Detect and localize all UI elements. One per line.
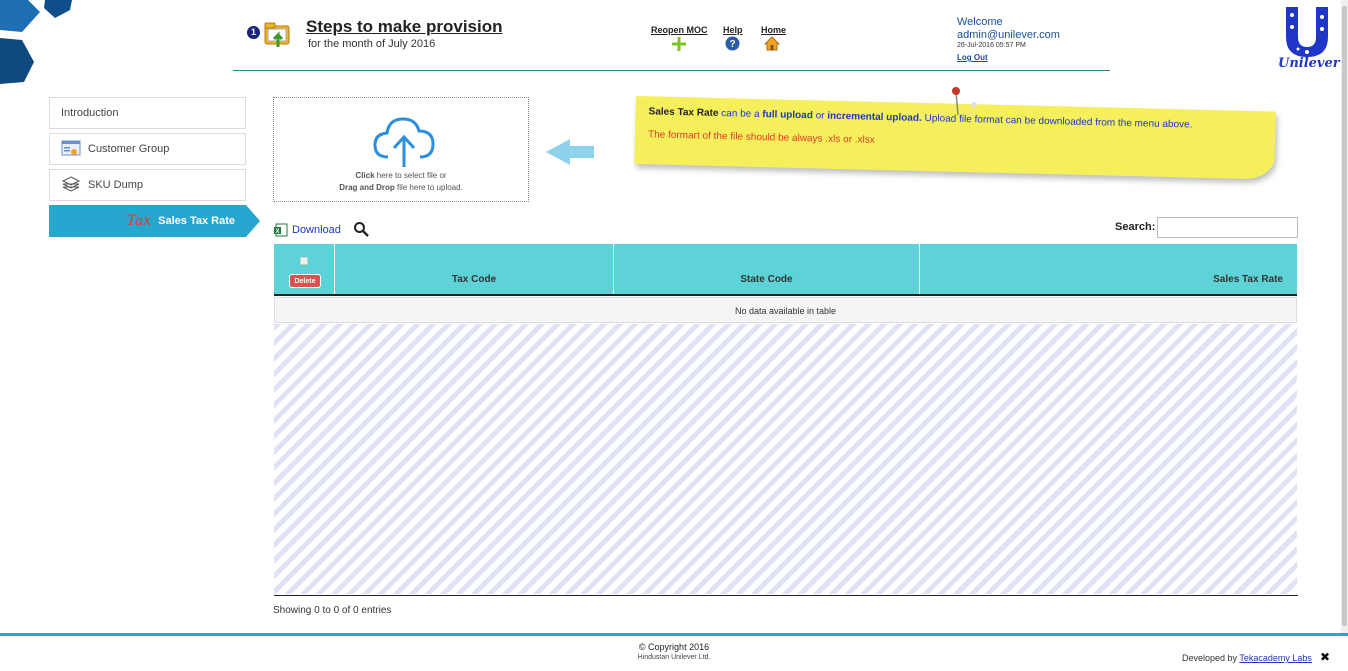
close-icon[interactable]: ✖ <box>1320 650 1330 664</box>
sidebar-item-sku-dump[interactable]: SKU Dump <box>49 169 246 201</box>
page-subtitle: for the month of July 2016 <box>308 38 436 50</box>
customer-group-icon <box>61 140 81 156</box>
sidebar-item-label: Introduction <box>61 107 119 119</box>
svg-text:X: X <box>275 229 279 235</box>
column-header-label: Sales Tax Rate <box>1213 274 1283 285</box>
column-header-state-code[interactable]: State Code <box>614 244 920 294</box>
home-link[interactable]: Home <box>761 25 786 35</box>
scrollbar-thumb[interactable] <box>1342 6 1347 626</box>
sku-dump-icon <box>61 176 81 192</box>
logout-link[interactable]: Log Out <box>957 53 988 62</box>
note-full-upload: full upload <box>762 109 814 122</box>
page-title: Steps to make provision <box>306 17 503 36</box>
plus-icon[interactable] <box>671 36 687 52</box>
copyright-text: Copyright 2016 <box>648 642 710 652</box>
header-divider <box>233 70 1110 71</box>
column-header-tax-code[interactable]: Tax Code <box>335 244 614 294</box>
welcome-text: Welcome <box>957 16 1003 28</box>
svg-text:?: ? <box>729 39 735 50</box>
sidebar-item-label: SKU Dump <box>88 179 144 191</box>
help-icon[interactable]: ? <box>725 36 740 51</box>
sidebar-item-introduction[interactable]: Introduction <box>49 97 246 129</box>
sidebar-item-sales-tax-rate[interactable]: Tax Sales Tax Rate <box>49 205 260 237</box>
sidebar-item-customer-group[interactable]: Customer Group <box>49 133 246 165</box>
table-header: Delete Tax Code State Code Sales Tax Rat… <box>274 244 1297 296</box>
column-header-sales-tax-rate[interactable]: Sales Tax Rate <box>920 244 1297 294</box>
table-bottom-border <box>274 595 1298 596</box>
search-icon[interactable] <box>353 221 369 237</box>
pushpin-icon <box>952 87 977 116</box>
sidebar-item-label: Sales Tax Rate <box>158 215 235 227</box>
select-all-checkbox[interactable] <box>300 257 308 265</box>
delete-button[interactable]: Delete <box>289 274 321 288</box>
note-text: can be a <box>718 108 763 121</box>
home-icon[interactable] <box>764 36 780 51</box>
corner-decoration <box>0 0 72 84</box>
file-upload-dropzone[interactable]: Click here to select file or Drag and Dr… <box>273 97 529 202</box>
note-format-text: The formart of the file should be always… <box>647 129 875 146</box>
select-column-header: Delete <box>274 244 335 294</box>
footer: © Copyright 2016 Hindustan Unilever Ltd.… <box>0 633 1348 671</box>
developed-by-text: Developed by <box>1182 653 1240 663</box>
developer-link[interactable]: Tekacademy Labs <box>1239 653 1312 663</box>
upload-click-label: Click <box>355 171 375 180</box>
copyright-icon: © <box>638 642 646 652</box>
upload-drag-label: Drag and Drop <box>339 183 395 192</box>
table-empty-row: No data available in table <box>274 297 1297 323</box>
help-link[interactable]: Help <box>723 25 743 35</box>
note-text: or <box>812 110 828 122</box>
sidebar-item-label: Customer Group <box>88 143 170 155</box>
cloud-upload-icon <box>373 117 435 167</box>
page: 1 Steps to make provision for the month … <box>0 0 1348 671</box>
arrow-left-icon <box>546 139 594 165</box>
vertical-scrollbar[interactable] <box>1341 0 1348 633</box>
column-header-label: State Code <box>740 274 793 285</box>
reopen-moc-link[interactable]: Reopen MOC <box>651 25 708 35</box>
tax-icon: Tax <box>126 213 152 229</box>
search-label: Search: <box>1115 221 1156 233</box>
company-name: Hindustan Unilever Ltd. <box>637 654 711 661</box>
table-info: Showing 0 to 0 of 0 entries <box>273 605 392 616</box>
step-number-badge: 1 <box>247 26 260 39</box>
table-empty-area <box>274 324 1297 594</box>
column-header-label: Tax Code <box>451 274 497 285</box>
folder-arrow-icon <box>264 22 290 47</box>
upload-drag-text: file here to upload. <box>394 183 463 192</box>
upload-click-text: here to select file or <box>374 171 447 180</box>
user-email: admin@unilever.com <box>957 29 1060 41</box>
excel-icon[interactable]: X <box>274 223 288 237</box>
download-link[interactable]: Download <box>292 224 341 236</box>
datetime: 26-Jul-2016 05:57 PM <box>957 42 1026 49</box>
note-incremental-upload: incremental upload. <box>827 110 922 124</box>
sidebar: Introduction Customer Group SKU Dump Tax… <box>49 97 260 241</box>
brand-name: Unilever <box>1278 56 1340 71</box>
search-input[interactable] <box>1157 217 1298 238</box>
note-entity: Sales Tax Rate <box>648 106 719 120</box>
